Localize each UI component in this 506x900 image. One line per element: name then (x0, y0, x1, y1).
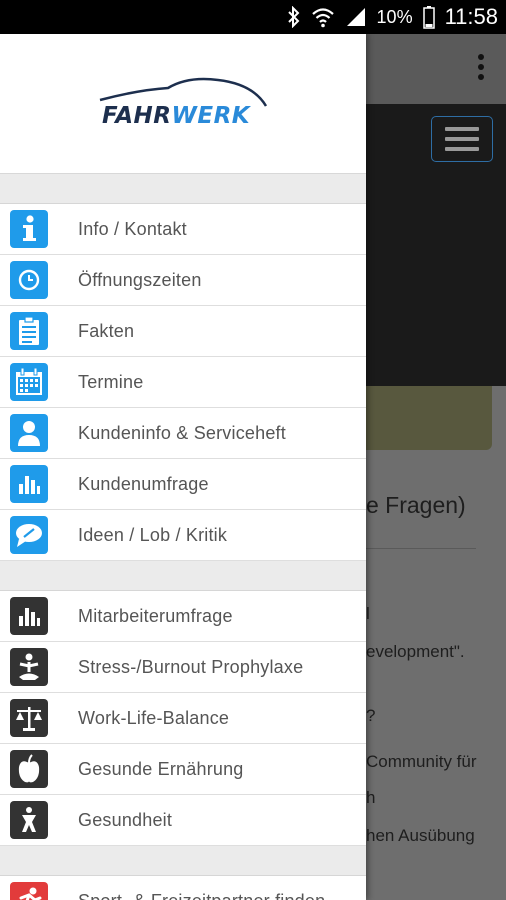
section-divider (0, 561, 366, 591)
logo-text-werk: WERK (171, 102, 251, 129)
divider (366, 548, 476, 549)
menu-item-label: Work-Life-Balance (78, 707, 230, 728)
sport-menu: Sport- & Freizeitpartner finden (0, 876, 366, 900)
menu-item-oeffnungszeiten[interactable]: Öffnungszeiten (0, 255, 366, 306)
bar-chart-icon (10, 465, 48, 503)
comment-icon (10, 516, 48, 554)
menu-item-termine[interactable]: Termine (0, 357, 366, 408)
menu-item-gesunde-ernaehrung[interactable]: Gesunde Ernährung (0, 744, 366, 795)
more-vert-icon[interactable] (478, 54, 484, 80)
clipboard-icon (10, 312, 48, 350)
meditation-icon (10, 648, 48, 686)
content-text-line: l (366, 604, 370, 623)
menu-item-label: Kundenumfrage (78, 473, 209, 494)
menu-item-label: Termine (78, 371, 144, 392)
calendar-icon (10, 363, 48, 401)
section-divider (0, 174, 366, 204)
health-icon (10, 801, 48, 839)
scale-icon (10, 699, 48, 737)
info-icon (10, 210, 48, 248)
menu-item-fakten[interactable]: Fakten (0, 306, 366, 357)
menu-item-sport-freizeitpartner[interactable]: Sport- & Freizeitpartner finden (0, 876, 366, 900)
content-text-line: hen Ausübung (366, 826, 475, 845)
battery-icon (422, 5, 435, 29)
menu-item-kundeninfo-serviceheft[interactable]: Kundeninfo & Serviceheft (0, 408, 366, 459)
bluetooth-icon (287, 6, 301, 28)
menu-item-label: Fakten (78, 320, 135, 341)
menu-item-stress-burnout[interactable]: Stress-/Burnout Prophylaxe (0, 642, 366, 693)
menu-item-label: Stress-/Burnout Prophylaxe (78, 656, 304, 677)
status-time: 11:58 (444, 4, 498, 29)
apple-icon (10, 750, 48, 788)
menu-item-mitarbeiterumfrage[interactable]: Mitarbeiterumfrage (0, 591, 366, 642)
battery-percent: 10% (376, 6, 413, 27)
fahrwerk-logo: FAHRWERK (98, 76, 268, 132)
drawer-header: FAHRWERK (0, 34, 366, 174)
content-area: e Fragen) l evelopment". ? Community für… (366, 450, 506, 900)
status-bar: 10% 11:58 (0, 0, 506, 34)
customer-menu: Info / Kontakt Öffnungszeiten Fakten Ter… (0, 204, 366, 561)
menu-item-ideen-lob-kritik[interactable]: Ideen / Lob / Kritik (0, 510, 366, 561)
menu-item-info-kontakt[interactable]: Info / Kontakt (0, 204, 366, 255)
nav-bar (366, 104, 506, 386)
bar-chart-icon (10, 597, 48, 635)
content-text-line: evelopment". (366, 642, 465, 661)
menu-item-label: Gesunde Ernährung (78, 758, 244, 779)
logo-text-fahr: FAHR (102, 102, 172, 129)
menu-item-label: Gesundheit (78, 809, 173, 830)
content-text-line: h (366, 788, 376, 807)
menu-item-work-life-balance[interactable]: Work-Life-Balance (0, 693, 366, 744)
content-text-line: Community für (366, 752, 477, 771)
app-bar (366, 34, 506, 104)
content-image (366, 386, 492, 450)
signal-icon (345, 6, 367, 28)
menu-item-gesundheit[interactable]: Gesundheit (0, 795, 366, 846)
menu-item-label: Ideen / Lob / Kritik (78, 524, 228, 545)
person-icon (10, 414, 48, 452)
section-divider (0, 846, 366, 876)
content-text-line: ? (366, 706, 376, 725)
wifi-icon (311, 6, 335, 28)
menu-item-label: Öffnungszeiten (78, 269, 202, 290)
menu-item-label: Sport- & Freizeitpartner finden (78, 891, 325, 900)
menu-item-label: Info / Kontakt (78, 218, 187, 239)
content-heading: e Fragen) (366, 492, 466, 518)
menu-item-label: Kundeninfo & Serviceheft (78, 422, 286, 443)
employee-menu: Mitarbeiterumfrage Stress-/Burnout Proph… (0, 591, 366, 846)
menu-item-kundenumfrage[interactable]: Kundenumfrage (0, 459, 366, 510)
background-app: e Fragen) l evelopment". ? Community für… (366, 34, 506, 900)
runner-icon (10, 882, 48, 900)
menu-item-label: Mitarbeiterumfrage (78, 605, 233, 626)
navigation-drawer: FAHRWERK Info / Kontakt Öffnungszeiten F… (0, 34, 366, 900)
clock-icon (10, 261, 48, 299)
hamburger-icon[interactable] (431, 116, 493, 162)
